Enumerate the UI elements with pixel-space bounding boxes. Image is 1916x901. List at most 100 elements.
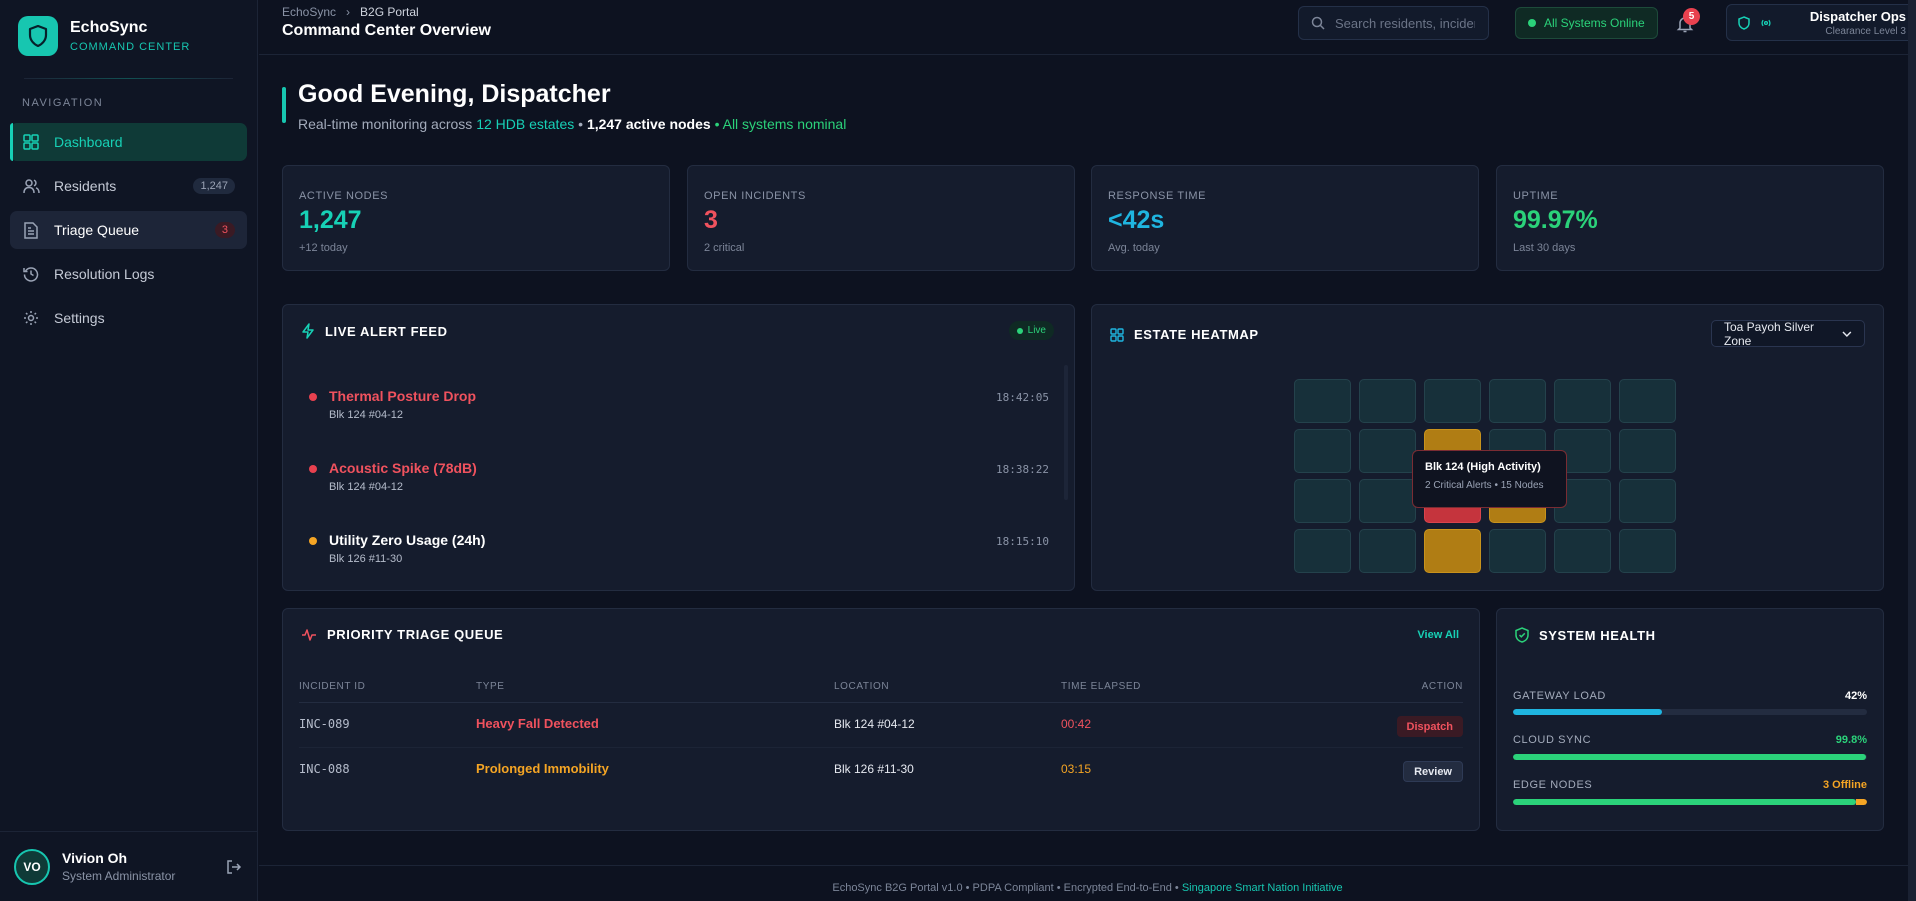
heatmap-cell[interactable] xyxy=(1359,479,1416,523)
footer: EchoSync B2G Portal v1.0 • PDPA Complian… xyxy=(259,865,1916,894)
sidebar-item-triage-queue[interactable]: Triage Queue 3 xyxy=(10,211,247,249)
incident-location: Blk 124 #04-12 xyxy=(834,717,915,731)
heatmap-cell[interactable] xyxy=(1489,379,1546,423)
stat-value: 3 xyxy=(704,206,718,234)
heatmap-cell[interactable] xyxy=(1619,529,1676,573)
footer-text: EchoSync B2G Portal v1.0 • PDPA Complian… xyxy=(832,882,1179,894)
sidebar-item-label: Resolution Logs xyxy=(54,266,155,282)
alert-time: 18:38:22 xyxy=(996,463,1049,476)
sidebar-item-residents[interactable]: Residents 1,247 xyxy=(10,167,247,205)
stat-card-active-nodes: ACTIVE NODES 1,247 +12 today xyxy=(282,165,670,271)
heatmap-cell[interactable] xyxy=(1294,379,1351,423)
zone-select[interactable]: Toa Payoh Silver Zone xyxy=(1711,319,1865,348)
alert-feed-title: LIVE ALERT FEED xyxy=(325,323,448,339)
alert-title: Utility Zero Usage (24h) xyxy=(329,532,486,548)
sidebar-item-dashboard[interactable]: Dashboard xyxy=(10,123,247,161)
chevron-down-icon xyxy=(1842,331,1852,337)
footer-link[interactable]: Singapore Smart Nation Initiative xyxy=(1182,882,1343,894)
live-badge: Live xyxy=(1008,321,1054,340)
greeting-separator: • xyxy=(714,116,720,132)
alert-location: Blk 126 #11-30 xyxy=(329,553,403,565)
row-divider xyxy=(299,747,1463,748)
edge-nodes-offline-fill xyxy=(1856,799,1867,805)
search-input[interactable] xyxy=(1335,15,1475,31)
operator-clearance: Clearance Level 3 xyxy=(1825,25,1906,37)
nav-heading: NAVIGATION xyxy=(22,97,104,109)
column-header: ACTION xyxy=(1421,681,1463,692)
heatmap-cell[interactable] xyxy=(1424,379,1481,423)
heatmap-header: ESTATE HEATMAP xyxy=(1110,327,1259,342)
zone-select-value: Toa Payoh Silver Zone xyxy=(1724,319,1815,348)
column-header: TYPE xyxy=(476,681,505,692)
pulse-icon xyxy=(302,628,316,641)
metric-label: CLOUD SYNC xyxy=(1513,734,1592,746)
heatmap-cell[interactable] xyxy=(1294,429,1351,473)
sidebar-item-settings[interactable]: Settings xyxy=(10,299,247,337)
search-box[interactable] xyxy=(1298,6,1489,40)
greeting-title: Good Evening, Dispatcher xyxy=(298,80,611,108)
logout-icon[interactable] xyxy=(224,857,244,877)
greeting-estates: 12 HDB estates xyxy=(476,116,575,132)
health-title: SYSTEM HEALTH xyxy=(1539,627,1656,643)
avatar[interactable]: VO xyxy=(14,848,50,885)
breadcrumb-item[interactable]: EchoSync xyxy=(282,5,336,19)
page-scrollbar[interactable] xyxy=(1908,0,1916,901)
stat-value: <42s xyxy=(1108,206,1165,234)
review-button[interactable]: Review xyxy=(1403,761,1463,782)
critical-dot xyxy=(309,393,317,401)
heatmap-cell[interactable] xyxy=(1359,529,1416,573)
broadcast-icon xyxy=(1761,19,1771,26)
metric-value: 99.8% xyxy=(1835,734,1867,746)
heatmap-cell[interactable] xyxy=(1619,429,1676,473)
column-header: TIME ELAPSED xyxy=(1061,681,1141,692)
brand[interactable]: EchoSync COMMAND CENTER xyxy=(0,0,257,72)
cloud-sync-bar xyxy=(1513,754,1867,760)
warning-dot xyxy=(309,537,317,545)
triage-header: PRIORITY TRIAGE QUEUE xyxy=(301,627,503,642)
live-dot xyxy=(1016,327,1023,334)
incident-id: INC-088 xyxy=(299,762,350,776)
heatmap-cell[interactable] xyxy=(1294,529,1351,573)
table-divider xyxy=(299,702,1463,703)
heatmap-cell[interactable] xyxy=(1359,429,1416,473)
operator-menu[interactable]: Dispatcher Ops Clearance Level 3 xyxy=(1726,4,1916,41)
stat-sub: 2 critical xyxy=(704,242,745,254)
heatmap-cell[interactable] xyxy=(1619,479,1676,523)
breadcrumb: EchoSync › B2G Portal xyxy=(282,5,419,19)
heatmap-cell[interactable] xyxy=(1424,529,1481,573)
alert-feed-header: LIVE ALERT FEED xyxy=(301,323,448,339)
metric-label: EDGE NODES xyxy=(1513,779,1593,791)
heatmap-cell[interactable] xyxy=(1554,529,1611,573)
heatmap-cell[interactable] xyxy=(1294,479,1351,523)
residents-count-badge: 1,247 xyxy=(193,178,235,194)
heatmap-cell[interactable] xyxy=(1554,379,1611,423)
metric-value: 3 Offline xyxy=(1822,779,1867,791)
dispatch-button[interactable]: Dispatch xyxy=(1396,716,1463,737)
history-icon xyxy=(22,265,40,283)
feed-scrollbar[interactable] xyxy=(1064,365,1068,500)
brand-name: EchoSync xyxy=(70,19,148,36)
stat-label: OPEN INCIDENTS xyxy=(704,190,806,202)
incident-location: Blk 126 #11-30 xyxy=(834,762,914,776)
triage-title: PRIORITY TRIAGE QUEUE xyxy=(327,627,504,642)
sidebar-item-label: Dashboard xyxy=(54,134,123,150)
system-status-badge: All Systems Online xyxy=(1515,7,1658,39)
heatmap-cell[interactable] xyxy=(1489,529,1546,573)
page-title: Command Center Overview xyxy=(282,22,491,39)
gateway-load-bar xyxy=(1513,709,1867,715)
sidebar-item-label: Settings xyxy=(54,310,105,326)
tooltip-subtitle: 2 Critical Alerts • 15 Nodes xyxy=(1425,480,1544,491)
heatmap-cell[interactable] xyxy=(1619,379,1676,423)
gear-icon xyxy=(22,309,40,327)
metric-label: GATEWAY LOAD xyxy=(1513,690,1606,702)
sidebar-item-resolution-logs[interactable]: Resolution Logs xyxy=(10,255,247,293)
users-icon xyxy=(22,177,40,195)
greeting-prefix: Real-time monitoring across xyxy=(298,116,473,132)
sidebar: EchoSync COMMAND CENTER NAVIGATION Dashb… xyxy=(0,0,258,901)
stat-value: 99.97% xyxy=(1513,206,1598,234)
critical-dot xyxy=(309,465,317,473)
heatmap-cell[interactable] xyxy=(1359,379,1416,423)
column-header: INCIDENT ID xyxy=(299,681,366,692)
alert-location: Blk 124 #04-12 xyxy=(329,481,403,493)
view-all-link[interactable]: View All xyxy=(1417,629,1459,641)
